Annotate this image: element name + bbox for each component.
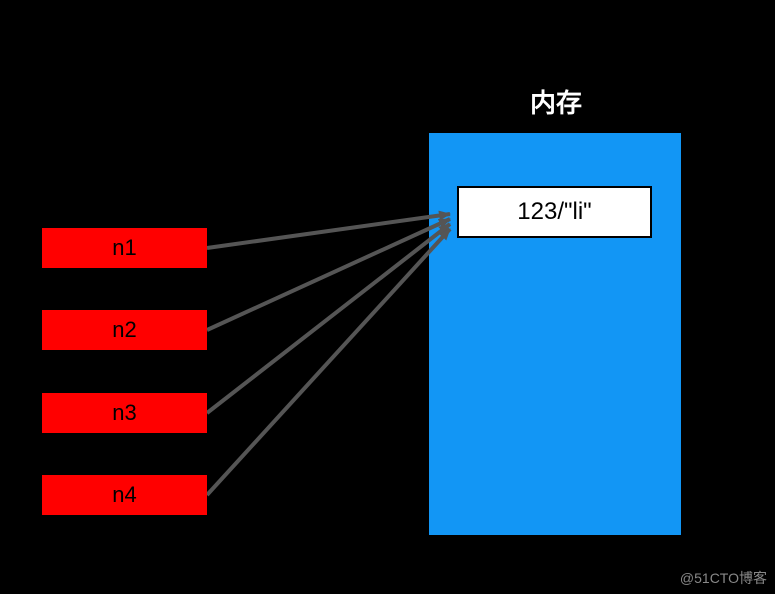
variable-n4: n4 xyxy=(42,475,207,515)
arrow-n3 xyxy=(207,224,450,413)
variable-n3: n3 xyxy=(42,393,207,433)
arrow-n2 xyxy=(207,219,450,330)
memory-value-box: 123/"li" xyxy=(457,186,652,238)
arrow-n4 xyxy=(207,229,450,495)
variable-n1: n1 xyxy=(42,228,207,268)
arrow-n1 xyxy=(207,214,450,248)
variable-n2: n2 xyxy=(42,310,207,350)
watermark: @51CTO博客 xyxy=(680,568,767,588)
memory-title: 内存 xyxy=(530,83,582,120)
